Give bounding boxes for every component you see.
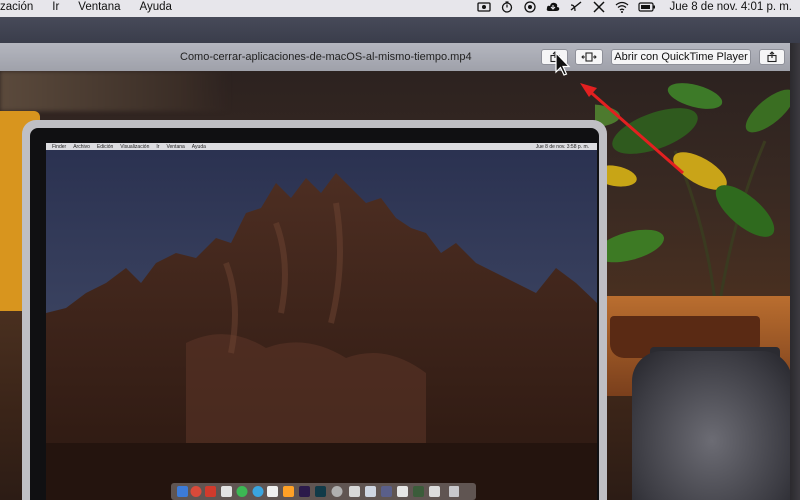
laptop: Finder Archivo Edición Visualización Ir … [22, 120, 607, 500]
menu-items: zación Ir Ventana Ayuda [0, 1, 172, 13]
embedded-dock [171, 483, 476, 500]
embedded-menu-ayuda: Ayuda [191, 143, 206, 150]
embedded-menu-archivo: Archivo [73, 143, 90, 150]
share-icon [549, 51, 560, 63]
video-title: Como-cerrar-aplicaciones-de-macOS-al-mis… [180, 51, 472, 63]
open-with-quicktime-button[interactable]: Abrir con QuickTime Player [611, 49, 751, 65]
dock-app-icons [177, 486, 459, 497]
upload-icon [767, 51, 777, 63]
window-edge [790, 43, 800, 500]
menu-item-help[interactable]: Ayuda [140, 1, 172, 13]
laptop-bezel: Finder Archivo Edición Visualización Ir … [30, 128, 599, 500]
background-blur [0, 71, 230, 111]
screen-record-icon[interactable] [477, 1, 492, 13]
glass-jar [632, 351, 790, 500]
cloud-icon[interactable] [546, 1, 560, 13]
embedded-menu-bar: Finder Archivo Edición Visualización Ir … [46, 143, 597, 150]
airplay-icon[interactable] [569, 1, 583, 13]
menu-item-window[interactable]: Ventana [78, 1, 120, 13]
menu-item-view[interactable]: zación [0, 1, 33, 13]
scissors-icon[interactable] [592, 1, 606, 13]
resize-button[interactable] [575, 49, 603, 65]
plant-illustration [595, 83, 790, 302]
battery-icon[interactable] [638, 1, 656, 13]
menu-item-go[interactable]: Ir [52, 1, 59, 13]
share-button[interactable] [541, 49, 568, 65]
embedded-clock: Jue 8 de nov. 3:58 p. m. [535, 143, 589, 150]
export-button[interactable] [759, 49, 785, 65]
embedded-menu-visualizacion: Visualización [120, 143, 150, 150]
menu-bar: zación Ir Ventana Ayuda Jue 8 de nov. 4:… [0, 0, 800, 17]
wifi-icon[interactable] [615, 1, 629, 13]
wallpaper-mountains [46, 143, 597, 500]
laptop-screen: Finder Archivo Edición Visualización Ir … [46, 143, 597, 500]
embedded-menu-edicion: Edición [96, 143, 114, 150]
timer-icon[interactable] [500, 1, 514, 13]
menubar-clock[interactable]: Jue 8 de nov. 4:01 p. m. [669, 1, 792, 13]
desktop-background [0, 17, 800, 43]
resize-icon [581, 52, 597, 62]
embedded-menu-finder: Finder [52, 143, 67, 150]
video-frame[interactable]: Finder Archivo Edición Visualización Ir … [0, 71, 790, 500]
embedded-menu-ir: Ir [156, 143, 160, 150]
player-titlebar[interactable]: Como-cerrar-aplicaciones-de-macOS-al-mis… [0, 43, 790, 72]
status-area: Jue 8 de nov. 4:01 p. m. [477, 1, 792, 13]
embedded-menu-ventana: Ventana [166, 143, 185, 150]
user-circle-icon[interactable] [523, 1, 537, 13]
